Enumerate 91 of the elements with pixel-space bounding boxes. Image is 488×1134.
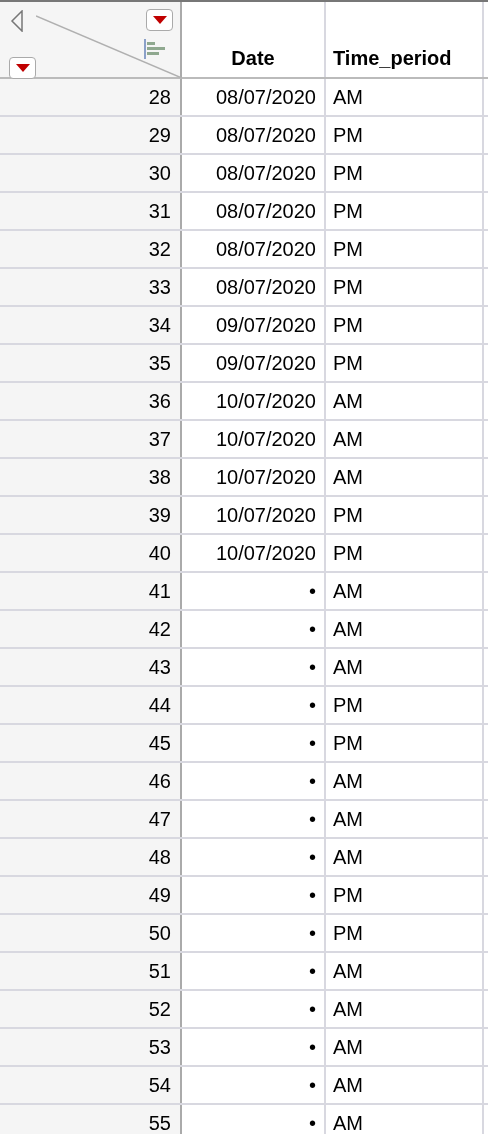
table-cell-text: AM [333, 769, 363, 794]
row-number[interactable]: 29 [148, 120, 171, 150]
table-cell-text: 08/07/2020 [215, 237, 316, 262]
table-cell-text: 08/07/2020 [215, 161, 316, 186]
table-cell-text: • [309, 959, 316, 984]
table-cell-text: AM [333, 389, 363, 414]
row-number[interactable]: 35 [148, 348, 171, 378]
row-number[interactable]: 45 [148, 728, 171, 758]
table-cell-text: 09/07/2020 [215, 351, 316, 376]
row-number[interactable]: 34 [148, 310, 171, 340]
table-cell-text: PM [333, 503, 363, 528]
table-menu-button[interactable] [146, 9, 173, 31]
table-cell-text: • [309, 693, 316, 718]
row-number[interactable]: 46 [148, 766, 171, 796]
row-number[interactable]: 53 [148, 1032, 171, 1062]
row-number[interactable]: 39 [148, 500, 171, 530]
table-cell-text: AM [333, 465, 363, 490]
table-cell-text: AM [333, 845, 363, 870]
row-number[interactable]: 42 [148, 614, 171, 644]
table-cell-text: PM [333, 541, 363, 566]
table-cell-text: 09/07/2020 [215, 313, 316, 338]
dropdown-triangle-icon [15, 64, 30, 72]
table-cell-text: AM [333, 617, 363, 642]
table-cell-text: 10/07/2020 [215, 389, 316, 414]
table-cell-text: PM [333, 123, 363, 148]
table-cell-text: AM [333, 959, 363, 984]
table-cell-text: 08/07/2020 [215, 199, 316, 224]
table-cell-text: AM [333, 655, 363, 680]
table-cell-text: AM [333, 1035, 363, 1060]
table-cell-text: • [309, 807, 316, 832]
table-cell-text: PM [333, 693, 363, 718]
table-cell-text: AM [333, 1111, 363, 1134]
column-header[interactable]: Date [231, 43, 275, 73]
row-number[interactable]: 47 [148, 804, 171, 834]
table-cell-text: PM [333, 351, 363, 376]
table-cell-text: • [309, 769, 316, 794]
row-number[interactable]: 40 [148, 538, 171, 568]
row-number[interactable]: 52 [148, 994, 171, 1024]
table-cell-text: 10/07/2020 [215, 465, 316, 490]
row-number[interactable]: 38 [148, 462, 171, 492]
table-cell-text: • [309, 921, 316, 946]
table-cell-text: • [309, 1035, 316, 1060]
table-cell-text: 08/07/2020 [215, 123, 316, 148]
collapse-triangle-icon[interactable] [10, 10, 24, 32]
table-cell-text: • [309, 997, 316, 1022]
table-cell-text: 10/07/2020 [215, 541, 316, 566]
table-cell-text: PM [333, 883, 363, 908]
row-number[interactable]: 50 [148, 918, 171, 948]
row-number[interactable]: 31 [148, 196, 171, 226]
table-cell-text: • [309, 1111, 316, 1134]
table-cell-text: • [309, 845, 316, 870]
table-cell-text: 10/07/2020 [215, 427, 316, 452]
table-cell-text: PM [333, 237, 363, 262]
row-number[interactable]: 54 [148, 1070, 171, 1100]
table-cell-text: AM [333, 427, 363, 452]
table-cell-text: PM [333, 199, 363, 224]
row-number[interactable]: 36 [148, 386, 171, 416]
row-number[interactable]: 41 [148, 576, 171, 606]
table-cell-text: AM [333, 1073, 363, 1098]
row-number[interactable]: 49 [148, 880, 171, 910]
table-cell-text: AM [333, 85, 363, 110]
row-number[interactable]: 28 [148, 82, 171, 112]
table-cell-text: PM [333, 275, 363, 300]
row-number[interactable]: 55 [148, 1108, 171, 1134]
row-number[interactable]: 30 [148, 158, 171, 188]
table-cell-text: PM [333, 731, 363, 756]
table-cell-text: 08/07/2020 [215, 85, 316, 110]
table-cell-text: PM [333, 313, 363, 338]
row-number[interactable]: 51 [148, 956, 171, 986]
table-cell-text: AM [333, 579, 363, 604]
table-cell-text: • [309, 1073, 316, 1098]
row-number[interactable]: 37 [148, 424, 171, 454]
row-number[interactable]: 44 [148, 690, 171, 720]
table-cell-text: • [309, 655, 316, 680]
table-cell-text: • [309, 617, 316, 642]
table-cell-text: • [309, 731, 316, 756]
table-cell-text: PM [333, 921, 363, 946]
row-number[interactable]: 32 [148, 234, 171, 264]
table-cell-text: PM [333, 161, 363, 186]
rows-menu-button[interactable] [9, 57, 36, 79]
dropdown-triangle-icon [152, 16, 167, 24]
table-cell-text: • [309, 883, 316, 908]
table-cell-text: AM [333, 807, 363, 832]
row-number[interactable]: 33 [148, 272, 171, 302]
row-number[interactable]: 43 [148, 652, 171, 682]
table-cell-text: AM [333, 997, 363, 1022]
table-cell-text: • [309, 579, 316, 604]
row-number[interactable]: 48 [148, 842, 171, 872]
column-header[interactable]: Time_period [333, 43, 452, 73]
table-cell-text: 10/07/2020 [215, 503, 316, 528]
table-cell-text: 08/07/2020 [215, 275, 316, 300]
